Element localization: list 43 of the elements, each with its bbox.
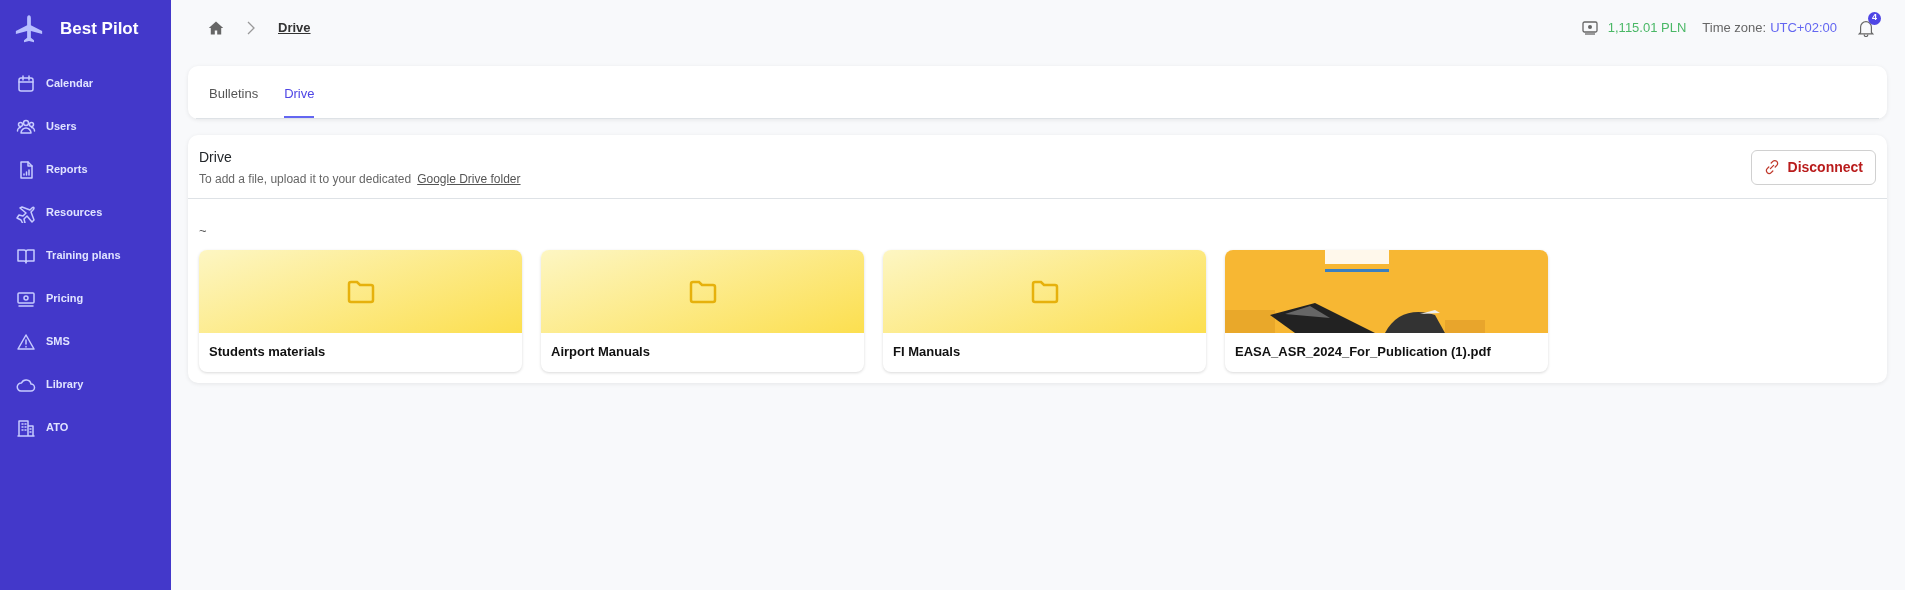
sidebar-item[interactable]: Library bbox=[0, 363, 171, 406]
money-icon bbox=[1581, 20, 1598, 35]
home-icon[interactable] bbox=[208, 19, 224, 36]
folder-icon bbox=[345, 278, 376, 305]
folder-path: ~ bbox=[199, 221, 208, 240]
balance-amount: 1,115.01 PLN bbox=[1607, 18, 1687, 37]
file-card[interactable]: EASA_ASR_2024_For_Publication (1).pdf bbox=[1225, 250, 1548, 372]
breadcrumb-link[interactable]: Drive bbox=[278, 17, 311, 38]
link-icon bbox=[1763, 159, 1780, 175]
sidebar-item[interactable]: Resources bbox=[0, 191, 171, 234]
sidebar-item[interactable]: Training plans bbox=[0, 234, 171, 277]
notification-button[interactable]: 4 bbox=[1857, 11, 1881, 37]
sidebar-item[interactable]: Users bbox=[0, 105, 171, 148]
sidebar-item[interactable]: Calendar bbox=[0, 62, 171, 105]
brand-name: Best Pilot bbox=[60, 18, 139, 41]
tab[interactable]: Drive bbox=[284, 66, 315, 118]
file-name: FI Manuals bbox=[892, 343, 962, 361]
bell-icon bbox=[1857, 18, 1875, 37]
disconnect-button[interactable]: Disconnect bbox=[1750, 149, 1876, 185]
tab[interactable]: Bulletins bbox=[209, 66, 259, 118]
sidebar-item[interactable]: ATO bbox=[0, 406, 171, 449]
chevron-right-icon bbox=[246, 20, 256, 35]
hint-text: To add a file, upload it to your dedicated bbox=[199, 171, 412, 186]
folder-icon bbox=[1029, 278, 1060, 305]
section-title: Drive bbox=[199, 147, 233, 167]
sidebar-item[interactable]: SMS bbox=[0, 320, 171, 363]
building-icon bbox=[16, 417, 36, 438]
timezone-value: UTC+02:00 bbox=[1770, 18, 1837, 37]
sidebar-item[interactable]: Reports bbox=[0, 148, 171, 191]
sidebar-item[interactable]: Pricing bbox=[0, 277, 171, 320]
folder-card[interactable]: Students materials bbox=[199, 250, 522, 372]
warning-icon bbox=[16, 331, 36, 352]
folder-card[interactable]: Airport Manuals bbox=[541, 250, 864, 372]
calendar-icon bbox=[16, 73, 36, 94]
airplane-logo-icon bbox=[14, 14, 44, 44]
folder-card[interactable]: FI Manuals bbox=[883, 250, 1206, 372]
folder-icon bbox=[687, 278, 718, 305]
google-drive-link[interactable]: Google Drive folder bbox=[417, 171, 521, 186]
file-name: Students materials bbox=[208, 343, 327, 361]
timezone-label: Time zone: bbox=[1702, 18, 1767, 37]
notification-count: 4 bbox=[1868, 11, 1881, 25]
file-name: EASA_ASR_2024_For_Publication (1).pdf bbox=[1234, 343, 1492, 361]
file-name: Airport Manuals bbox=[550, 343, 651, 361]
